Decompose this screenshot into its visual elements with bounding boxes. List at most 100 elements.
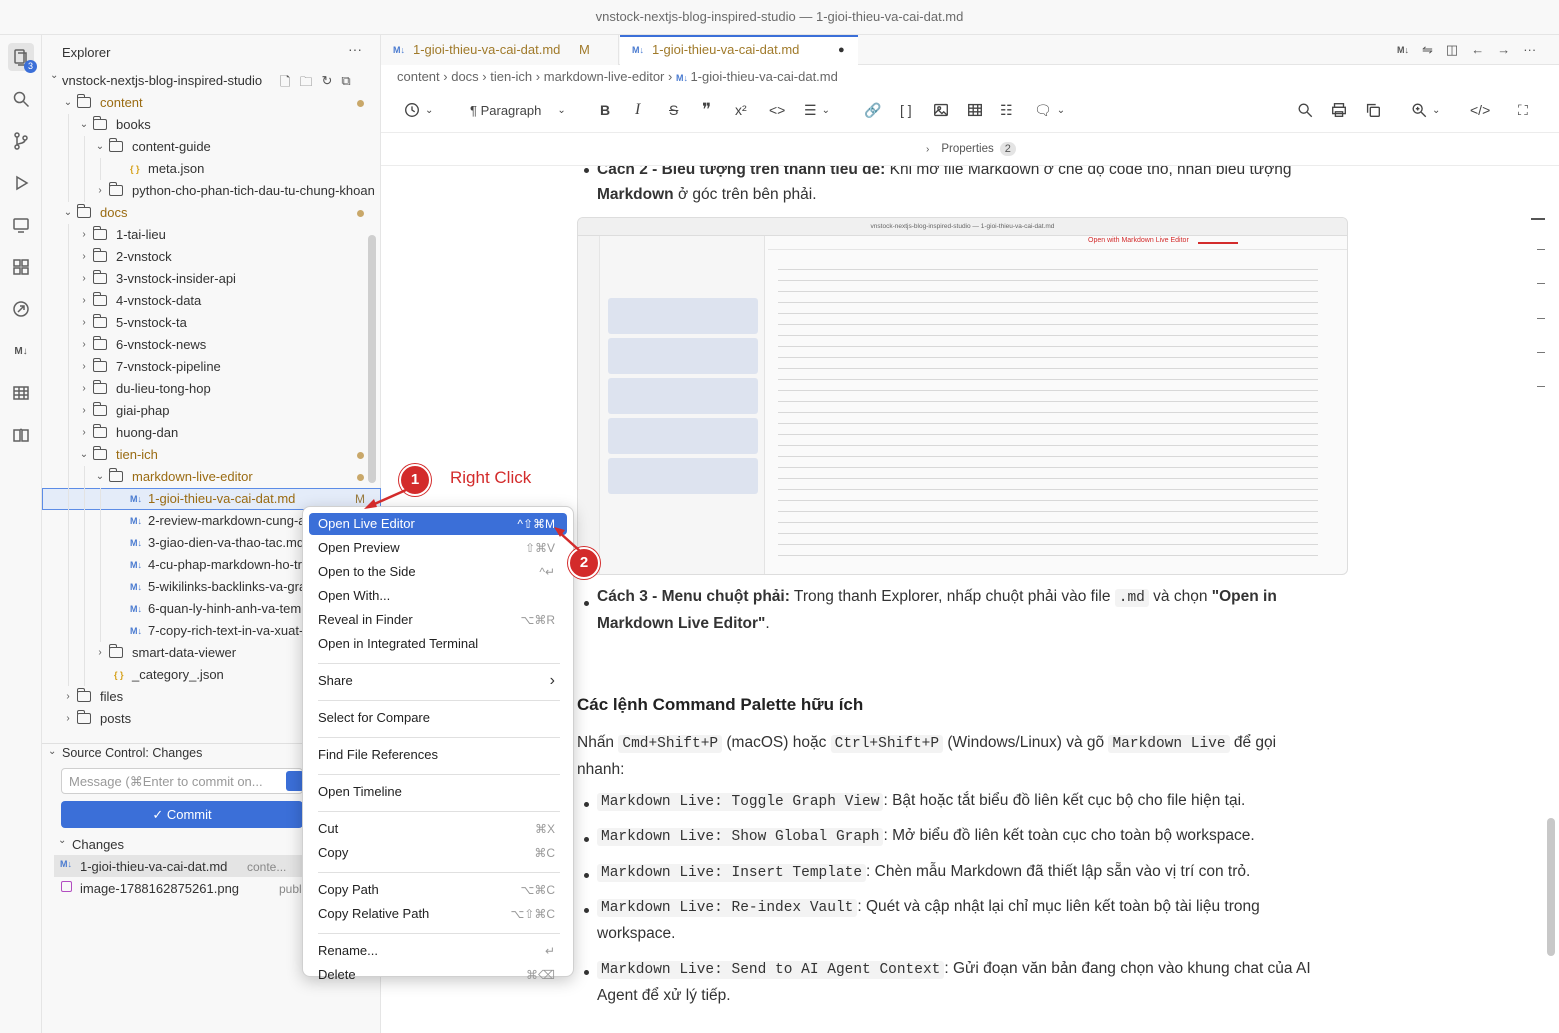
breadcrumb-item[interactable]: content (397, 69, 440, 84)
tree-item[interactable]: › python-cho-phan-tich-dau-tu-chung-khoan (42, 180, 381, 202)
chevron-right-icon: › (82, 251, 86, 262)
changes-chevron-icon[interactable]: ⌄ (58, 835, 66, 846)
wikilink-icon[interactable]: [ ] (900, 99, 912, 121)
image-icon[interactable] (932, 99, 950, 121)
menu-item-find-file-references[interactable]: Find File References (309, 744, 567, 766)
superscript-icon[interactable]: x² (735, 99, 747, 121)
menu-item-share[interactable]: Share › (309, 670, 567, 692)
editor-scrollbar[interactable] (1547, 818, 1555, 956)
explorer-more-icon[interactable]: ··· (348, 41, 362, 57)
compare-icon[interactable]: ⇋ (1422, 42, 1433, 58)
tree-item[interactable]: ⌄ content (42, 92, 381, 114)
back-icon[interactable]: ← (1471, 42, 1484, 58)
breadcrumb-item[interactable]: docs (451, 69, 478, 84)
more-actions-icon[interactable]: ··· (1523, 42, 1536, 58)
change-file-name[interactable]: image-1788162875261.png (80, 881, 239, 896)
tree-item[interactable]: › 6-vnstock-news (42, 334, 381, 356)
search-toolbar-icon[interactable] (1296, 99, 1314, 121)
code-icon[interactable]: <> (769, 99, 785, 121)
forward-icon[interactable]: → (1497, 42, 1510, 58)
breadcrumb-item[interactable]: markdown-live-editor (544, 69, 665, 84)
source-control-icon[interactable] (9, 129, 33, 153)
menu-item-rename[interactable]: Rename... ↵ (309, 940, 567, 962)
split-editor-icon[interactable]: ◫ (1446, 42, 1458, 58)
bold-icon[interactable]: B (600, 99, 610, 121)
menu-item-open-live-editor[interactable]: Open Live Editor ^⇧⌘M (309, 513, 567, 535)
tab-1[interactable]: M↓ 1-gioi-thieu-va-cai-dat.md M (381, 35, 619, 65)
tree-scrollbar[interactable] (368, 235, 376, 483)
tree-item[interactable]: › 3-vnstock-insider-api (42, 268, 381, 290)
chevron-down-icon: ⌄ (95, 141, 105, 152)
print-icon[interactable] (1330, 99, 1348, 121)
tree-item[interactable]: › giai-phap (42, 400, 381, 422)
tree-item[interactable]: › 5-vnstock-ta (42, 312, 381, 334)
chevron-down-icon: ⌄ (557, 104, 566, 116)
menu-item-open-to-the-side[interactable]: Open to the Side ^↵ (309, 561, 567, 583)
list-icon[interactable]: ☰ ⌄ (804, 99, 830, 121)
command-list-item: Markdown Live: Show Global Graph: Mở biể… (597, 822, 1255, 851)
menu-item-open-preview[interactable]: Open Preview ⇧⌘V (309, 537, 567, 559)
menu-item-open-timeline[interactable]: Open Timeline (309, 781, 567, 803)
tree-item[interactable]: ⌄ tien-ich (42, 444, 381, 466)
run-debug-icon[interactable] (9, 171, 33, 195)
menu-item-delete[interactable]: Delete ⌘⌫ (309, 964, 567, 986)
tree-item[interactable]: › 7-vnstock-pipeline (42, 356, 381, 378)
modified-dot (357, 474, 364, 481)
extensions-icon[interactable] (9, 255, 33, 279)
remote-explorer-icon[interactable] (9, 213, 33, 237)
scm-chevron-icon[interactable]: ⌄ (48, 746, 56, 757)
tree-item[interactable]: › huong-dan (42, 422, 381, 444)
callout-icon[interactable]: 🗨 ⌄ (1034, 99, 1065, 121)
table-insert-icon[interactable] (966, 99, 984, 121)
copilot-icon[interactable] (9, 297, 33, 321)
menu-item-open-with[interactable]: Open With... (309, 585, 567, 607)
copy-icon[interactable] (1364, 99, 1382, 121)
tree-item[interactable]: ⌄ docs (42, 202, 381, 224)
commit-message-input[interactable]: Message (⌘Enter to commit on... (61, 768, 303, 794)
tree-item[interactable]: ⌄ books (42, 114, 381, 136)
tab-2-active[interactable]: M↓ 1-gioi-thieu-va-cai-dat.md ● (620, 35, 858, 66)
menu-item-copy-relative-path[interactable]: Copy Relative Path ⌥⇧⌘C (309, 903, 567, 925)
breadcrumb-separator: › (532, 69, 544, 84)
checklist-icon[interactable]: ☷ (1000, 99, 1013, 121)
search-icon[interactable] (9, 87, 33, 111)
tree-item-label: giai-phap (116, 403, 170, 418)
quote-icon[interactable]: ❞ (702, 99, 711, 121)
markdown-toggle-icon[interactable]: M↓ (1397, 42, 1409, 58)
history-icon[interactable]: ⌄ (403, 99, 433, 121)
changes-label: Changes (72, 837, 125, 852)
tree-item[interactable]: › du-lieu-tong-hop (42, 378, 381, 400)
book-icon[interactable] (9, 423, 33, 447)
zoom-icon[interactable]: ⌄ (1410, 99, 1440, 121)
tree-item[interactable]: { } meta.json (42, 158, 381, 180)
table-icon[interactable] (9, 381, 33, 405)
tree-item[interactable]: ⌄ content-guide (42, 136, 381, 158)
menu-item-cut[interactable]: Cut ⌘X (309, 818, 567, 840)
fullscreen-icon[interactable]: ⛶ (1518, 99, 1528, 121)
breadcrumb-item[interactable]: tien-ich (490, 69, 532, 84)
menu-item-shortcut: ⌘⌫ (526, 968, 555, 982)
workspace-chevron-icon[interactable]: ⌄ (50, 70, 58, 81)
tree-item[interactable]: ⌄ markdown-live-editor (42, 466, 381, 488)
tree-item[interactable]: › 4-vnstock-data (42, 290, 381, 312)
source-view-icon[interactable]: </> (1470, 99, 1490, 121)
strikethrough-icon[interactable]: S (669, 99, 678, 121)
change-file-name[interactable]: 1-gioi-thieu-va-cai-dat.md (80, 859, 227, 874)
workspace-name[interactable]: vnstock-nextjs-blog-inspired-studio (62, 73, 262, 88)
menu-item-open-in-integrated-terminal[interactable]: Open in Integrated Terminal (309, 633, 567, 655)
breadcrumb-item[interactable]: 1-gioi-thieu-va-cai-dat.md (690, 69, 837, 84)
properties-toggle[interactable]: › Properties 2 (926, 142, 1016, 156)
tree-item[interactable]: › 2-vnstock (42, 246, 381, 268)
menu-item-select-for-compare[interactable]: Select for Compare (309, 707, 567, 729)
tree-item[interactable]: › 1-tai-lieu (42, 224, 381, 246)
markdown-icon[interactable]: M↓ (9, 339, 33, 363)
commit-button[interactable]: ✓ Commit (61, 801, 303, 828)
tab-dirty-dot[interactable]: ● (838, 35, 845, 65)
link-icon[interactable]: 🔗 (864, 99, 881, 121)
menu-item-copy[interactable]: Copy ⌘C (309, 842, 567, 864)
menu-item-reveal-in-finder[interactable]: Reveal in Finder ⌥⌘R (309, 609, 567, 631)
paragraph-select[interactable]: ¶ Paragraph ⌄ (470, 99, 566, 121)
menu-item-copy-path[interactable]: Copy Path ⌥⌘C (309, 879, 567, 901)
italic-icon[interactable]: I (635, 99, 640, 121)
explorer-icon[interactable]: 3 (8, 43, 37, 73)
